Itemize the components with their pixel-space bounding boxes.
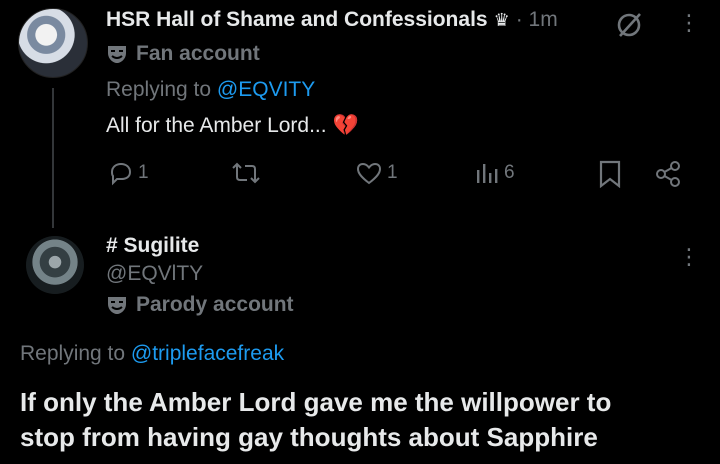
avatar[interactable] bbox=[26, 236, 84, 294]
tweet1-header: HSR Hall of Shame and Confessionals ♛ · … bbox=[106, 8, 558, 32]
replying-handle-link[interactable]: @triplefacefreak bbox=[131, 342, 284, 365]
bookmark-icon bbox=[599, 160, 621, 188]
replying-to: Replying to @EQVITY bbox=[106, 78, 315, 102]
account-label: Fan account bbox=[136, 42, 260, 65]
replying-prefix: Replying to bbox=[106, 78, 212, 101]
share-button[interactable] bbox=[654, 160, 682, 188]
mask-icon bbox=[108, 46, 126, 63]
grok-icon[interactable] bbox=[614, 10, 644, 40]
mask-icon bbox=[108, 297, 126, 314]
account-label-row: Parody account bbox=[106, 293, 294, 317]
account-label: Parody account bbox=[136, 293, 294, 316]
account-label-row: Fan account bbox=[106, 42, 260, 66]
action-bar: 1 1 6 bbox=[0, 158, 720, 194]
display-name[interactable]: HSR Hall of Shame and Confessionals bbox=[106, 8, 488, 32]
view-count: 6 bbox=[504, 162, 515, 183]
share-icon bbox=[656, 161, 680, 187]
tweet-text-line1: If only the Amber Lord gave me the willp… bbox=[20, 387, 612, 417]
replying-prefix: Replying to bbox=[20, 342, 126, 365]
views-icon bbox=[477, 164, 498, 183]
reply-icon bbox=[110, 162, 132, 186]
broken-heart-emoji: 💔 bbox=[332, 114, 359, 137]
reply-button[interactable]: 1 bbox=[108, 160, 149, 186]
more-icon[interactable]: ⋮ bbox=[678, 12, 700, 34]
bookmark-button[interactable] bbox=[598, 160, 622, 188]
tweet-text: All for the Amber Lord... 💔 bbox=[106, 114, 359, 138]
replying-to: Replying to @triplefacefreak bbox=[20, 342, 284, 366]
like-button[interactable]: 1 bbox=[355, 160, 398, 186]
retweet-button[interactable] bbox=[230, 160, 266, 186]
more-icon[interactable]: ⋮ bbox=[678, 246, 700, 268]
like-icon bbox=[356, 162, 382, 185]
display-name[interactable]: # Sugilite bbox=[106, 234, 199, 258]
like-count: 1 bbox=[387, 162, 398, 183]
views-button[interactable]: 6 bbox=[474, 160, 515, 186]
user-handle[interactable]: @EQVlTY bbox=[106, 262, 203, 286]
retweet-icon bbox=[232, 162, 260, 184]
tweet-text-line2: stop from having gay thoughts about Sapp… bbox=[20, 422, 598, 452]
avatar[interactable] bbox=[18, 8, 88, 78]
reply-count: 1 bbox=[138, 162, 149, 183]
timestamp[interactable]: · 1m bbox=[516, 8, 558, 32]
tweet-text-content: All for the Amber Lord... bbox=[106, 114, 327, 137]
crown-icon: ♛ bbox=[493, 9, 510, 30]
replying-handle-link[interactable]: @EQVITY bbox=[217, 78, 315, 101]
